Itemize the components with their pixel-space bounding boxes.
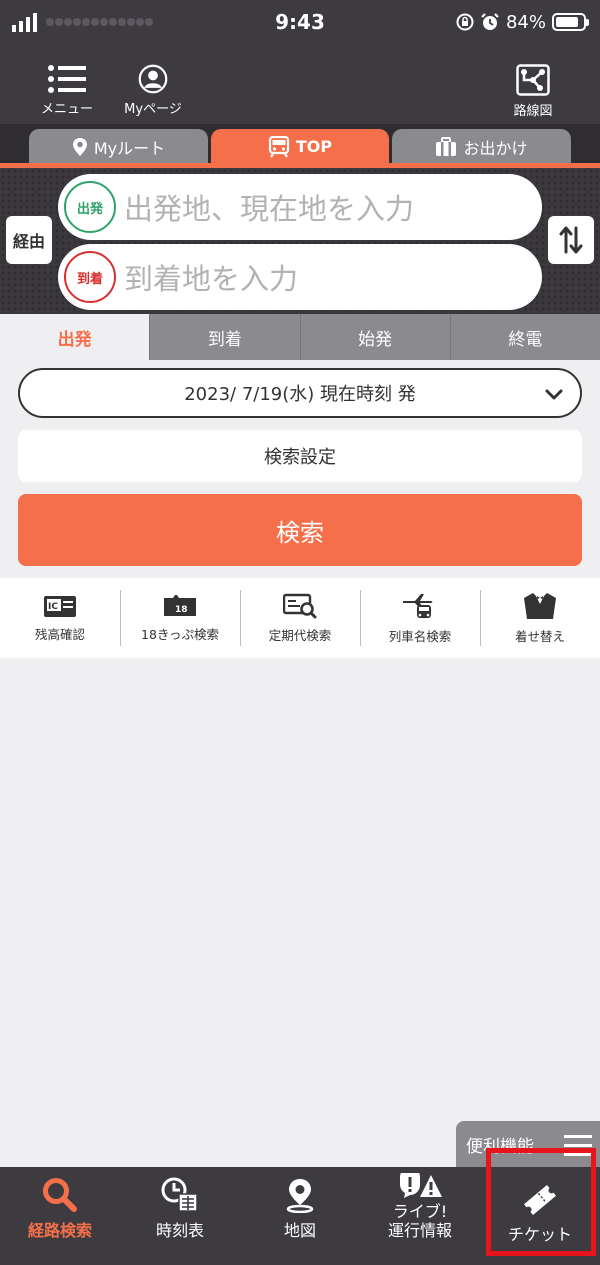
mode-arrival[interactable]: 到着 — [149, 314, 299, 360]
tab-odekake-label: お出かけ — [463, 138, 528, 158]
mode-departure[interactable]: 出発 — [0, 314, 150, 360]
tool-balance-label: 残高確認 — [34, 626, 85, 642]
pin-icon — [72, 137, 87, 156]
nav-timetable-label: 時刻表 — [155, 1221, 204, 1240]
tool-theme[interactable]: 着せ替え — [480, 578, 600, 658]
train-icon — [268, 135, 289, 158]
nav-live-line1: ライブ! — [392, 1202, 448, 1221]
routemap-label: 路線図 — [513, 104, 553, 119]
tool-18kippu-label: 18きっぷ検索 — [141, 626, 219, 642]
via-button[interactable]: 経由 — [6, 216, 52, 264]
chevron-down-icon — [545, 389, 563, 400]
menu-button[interactable]: メニュー — [38, 64, 96, 117]
menu-label: メニュー — [40, 102, 93, 117]
tool-theme-label: 着せ替え — [514, 628, 565, 644]
route-map-icon — [516, 64, 550, 96]
arrival-field[interactable]: 到着 到着地を入力 — [58, 244, 542, 310]
mode-first-train[interactable]: 始発 — [299, 314, 450, 360]
ticket-highlight-box — [486, 1148, 596, 1256]
nav-live-line2: 運行情報 — [387, 1221, 452, 1240]
menu-icon — [48, 65, 86, 93]
nav-map-label: 地図 — [283, 1221, 316, 1240]
quick-tools: IC 残高確認 18 18きっぷ検索 定期代検索 列車名検索 着せ替え — [0, 578, 600, 658]
alarm-icon — [481, 13, 499, 30]
route-input-panel: 経由 出発 出発地、現在地を入力 到着 到着地を入力 — [0, 168, 600, 314]
app-header: メニュー Myページ 路線図 — [0, 46, 600, 124]
tab-top-label: TOP — [295, 137, 333, 156]
tool-train-name[interactable]: 列車名検索 — [360, 578, 480, 658]
pass-search-icon — [283, 593, 317, 618]
mode-last-train[interactable]: 終電 — [449, 314, 600, 360]
arrival-placeholder: 到着地を入力 — [124, 262, 299, 296]
search-icon — [43, 1178, 77, 1212]
search-button[interactable]: 検索 — [18, 494, 582, 566]
tool-pass-label: 定期代検索 — [268, 627, 332, 643]
date-time-selector[interactable]: 2023/ 7/19(水) 現在時刻 発 — [18, 368, 582, 418]
user-icon — [138, 64, 168, 94]
svg-text:18: 18 — [175, 605, 188, 615]
ic-card-icon: IC — [44, 595, 76, 617]
tool-balance-check[interactable]: IC 残高確認 — [0, 578, 120, 658]
routemap-button[interactable]: 路線図 — [510, 64, 556, 119]
mypage-label: Myページ — [124, 102, 182, 117]
time-mode-tabs: 出発 到着 始発 終電 — [0, 314, 600, 360]
nav-route-search[interactable]: 経路検索 — [0, 1167, 120, 1265]
tool-pass-search[interactable]: 定期代検索 — [240, 578, 360, 658]
tab-odekake[interactable]: お出かけ — [392, 129, 571, 164]
svg-text:IC: IC — [48, 602, 58, 612]
tool-train-name-label: 列車名検索 — [388, 628, 452, 644]
status-bar: 9:43 84% — [0, 0, 600, 46]
nav-route-search-label: 経路検索 — [27, 1221, 92, 1240]
ticket18-icon: 18 — [164, 594, 196, 616]
departure-placeholder: 出発地、現在地を入力 — [124, 192, 415, 226]
timetable-icon — [161, 1177, 198, 1212]
swap-button[interactable] — [548, 216, 594, 264]
departure-badge: 出発 — [64, 181, 116, 233]
swap-icon — [559, 226, 583, 254]
nav-timetable[interactable]: 時刻表 — [120, 1167, 240, 1265]
battery-icon — [552, 13, 589, 31]
date-time-value: 2023/ 7/19(水) 現在時刻 発 — [184, 384, 416, 405]
arrival-badge: 到着 — [64, 251, 116, 303]
battery-percent: 84% — [505, 11, 546, 33]
mypage-button[interactable]: Myページ — [120, 64, 186, 117]
tool-18kippu[interactable]: 18 18きっぷ検索 — [120, 578, 240, 658]
tab-myroute-label: Myルート — [93, 138, 166, 158]
tab-myroute[interactable]: Myルート — [29, 129, 208, 164]
nav-map[interactable]: 地図 — [240, 1167, 360, 1265]
top-tabs: Myルート TOP お出かけ — [0, 124, 600, 164]
departure-field[interactable]: 出発 出発地、現在地を入力 — [58, 174, 542, 240]
tab-top[interactable]: TOP — [211, 129, 389, 164]
suit-icon — [524, 592, 556, 619]
luggage-icon — [436, 136, 457, 156]
alert-icon — [400, 1173, 442, 1198]
nav-live-info[interactable]: ライブ! 運行情報 — [360, 1167, 480, 1265]
plane-bus-icon — [403, 593, 433, 618]
map-pin-icon — [286, 1179, 314, 1213]
search-settings-button[interactable]: 検索設定 — [18, 430, 582, 482]
rotation-lock-icon — [456, 13, 474, 31]
